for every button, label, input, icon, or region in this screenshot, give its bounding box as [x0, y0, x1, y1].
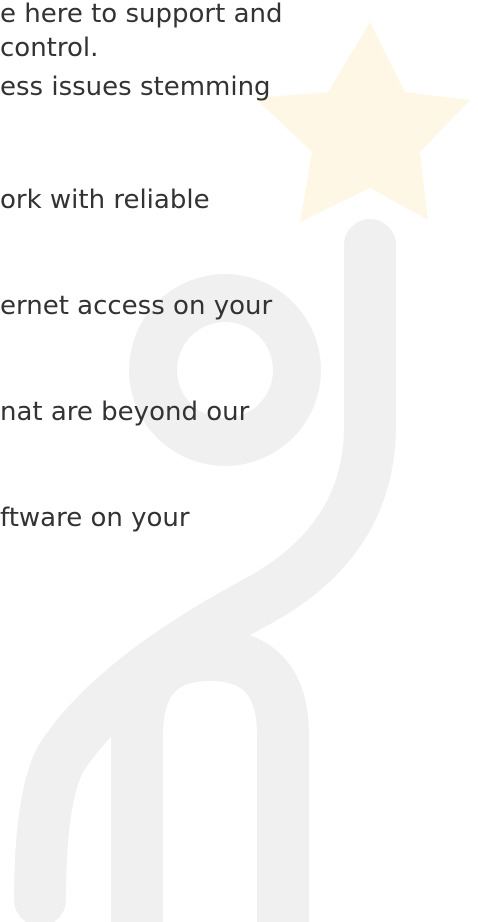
body-text-line-2: control. [0, 33, 99, 63]
body-text-line-4: ork with reliable [0, 185, 210, 215]
curve-stroke [14, 219, 396, 922]
body-text-line-1: e here to support and [0, 0, 283, 29]
brand-watermark [14, 22, 470, 922]
body-text-line-5: ernet access on your [0, 291, 273, 321]
body-text-line-7: ftware on your [0, 503, 190, 533]
body-text-line-3: ess issues stemming [0, 72, 271, 102]
body-text-line-6: nat are beyond our [0, 397, 250, 427]
star-icon [255, 22, 470, 222]
arch-stroke [111, 628, 309, 922]
